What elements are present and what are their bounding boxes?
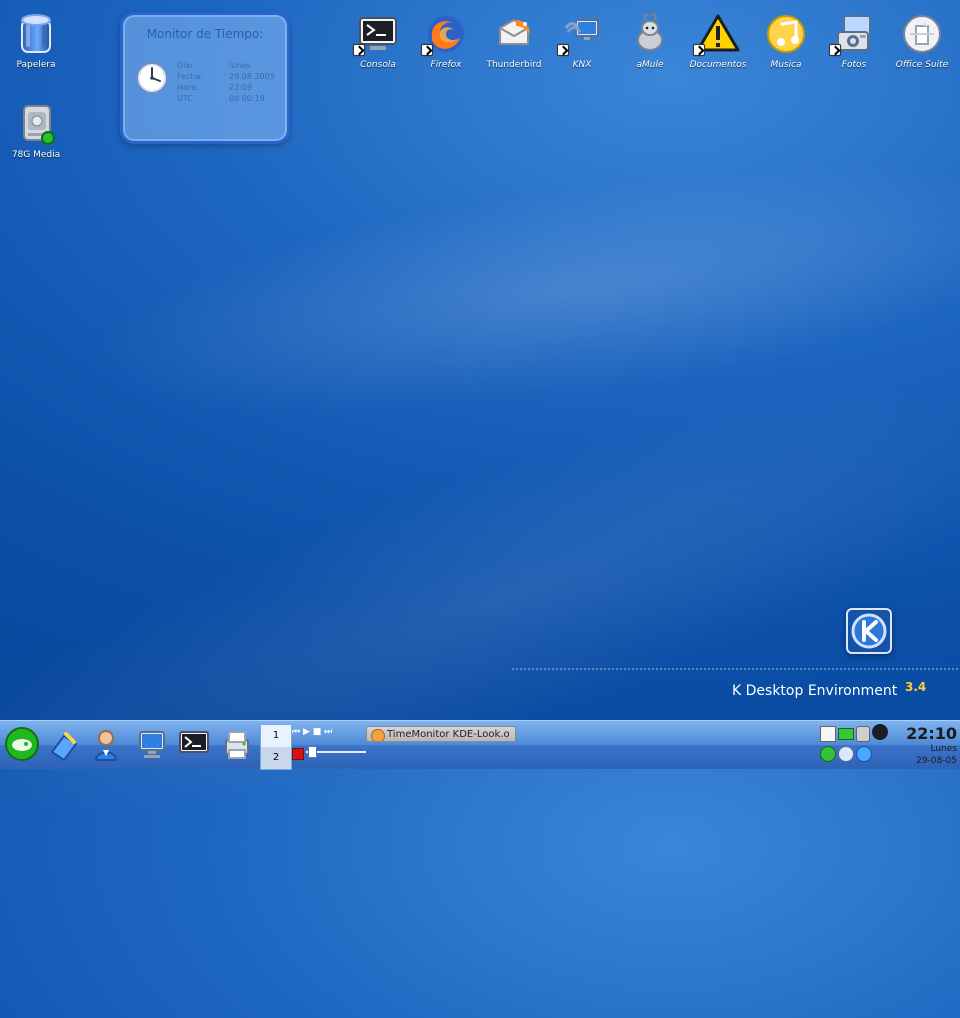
desktop-icon-firefox[interactable]: Firefox bbox=[410, 10, 482, 70]
bomb-icon[interactable] bbox=[872, 724, 888, 740]
desktop-icon-trash[interactable]: Papelera bbox=[0, 10, 72, 70]
kmenu-button[interactable] bbox=[4, 726, 40, 762]
printer-launcher-icon[interactable] bbox=[218, 726, 254, 762]
widget-row-value: 0d 00:19 bbox=[229, 94, 265, 103]
warning-icon bbox=[693, 10, 742, 58]
widget-row-label: UTC bbox=[177, 94, 193, 103]
taskbar-clock-date: 29-08-05 bbox=[916, 756, 957, 766]
desktop-icon-console[interactable]: Consola bbox=[342, 10, 414, 70]
shortcut-arrow-icon bbox=[557, 44, 569, 56]
music-icon bbox=[762, 10, 810, 58]
pager-desktop-2[interactable]: 2 bbox=[261, 747, 291, 769]
drive-icon bbox=[12, 100, 60, 148]
media-stop-icon[interactable]: ■ bbox=[313, 727, 322, 737]
taskbar-clock-day: Lunes bbox=[930, 744, 958, 754]
pager-desktop-1[interactable]: 1 bbox=[261, 725, 291, 747]
terminal-icon bbox=[353, 10, 402, 58]
time-monitor-widget[interactable]: Monitor de Tiempo: Día: lunes Fecha: 29.… bbox=[120, 12, 290, 144]
widget-row-label: Fecha: bbox=[177, 72, 204, 81]
desktop-icon-label: Musica bbox=[770, 60, 802, 70]
desktop-icon-label: aMule bbox=[636, 60, 664, 70]
trash-icon bbox=[12, 10, 60, 58]
desktop-icon-label: Firefox bbox=[430, 60, 462, 70]
power-icon[interactable] bbox=[292, 748, 304, 760]
desktop-icon-media[interactable]: 78G Media bbox=[0, 100, 72, 160]
desktop-icon-music[interactable]: Musica bbox=[750, 10, 822, 70]
branding-version: 3.4 bbox=[905, 680, 927, 694]
desktop-icon-label: Office Suite bbox=[895, 60, 949, 70]
mouse-icon[interactable] bbox=[856, 726, 870, 742]
desktop-icon-documents[interactable]: Documentos bbox=[682, 10, 754, 70]
widget-row-label: Hora: bbox=[177, 83, 199, 92]
desktop-icon-label: KNX bbox=[572, 60, 592, 70]
clock-icon bbox=[135, 61, 169, 95]
sound-icon[interactable] bbox=[838, 746, 854, 762]
thunderbird-icon bbox=[490, 10, 538, 58]
kde-logo-icon[interactable] bbox=[846, 608, 892, 654]
shortcut-arrow-icon bbox=[829, 44, 841, 56]
computer-launcher-icon[interactable] bbox=[134, 726, 170, 762]
desktop-icon-knx[interactable]: KNX bbox=[546, 10, 618, 70]
desktop-pager[interactable]: 1 2 bbox=[260, 724, 292, 770]
firefox-icon bbox=[421, 10, 470, 58]
widget-row-label: Día: bbox=[177, 61, 193, 70]
terminal-launcher-icon[interactable] bbox=[176, 726, 212, 762]
desktop-icon-thunderbird[interactable]: Thunderbird bbox=[478, 10, 550, 70]
amule-icon bbox=[626, 10, 674, 58]
office-icon bbox=[898, 10, 946, 58]
shortcut-arrow-icon bbox=[353, 44, 365, 56]
widget-title: Monitor de Tiempo: bbox=[146, 27, 264, 41]
editor-launcher-icon[interactable] bbox=[46, 726, 82, 762]
task-title: TimeMonitor KDE-Look.o bbox=[387, 729, 510, 740]
branding-text: K Desktop Environment bbox=[732, 683, 898, 699]
task-button[interactable]: TimeMonitor KDE-Look.o bbox=[366, 726, 516, 742]
shortcut-arrow-icon bbox=[693, 44, 705, 56]
widget-row-value: 29.08.2005 bbox=[229, 72, 275, 81]
volume-slider-handle[interactable] bbox=[308, 746, 317, 758]
desktop-icon-label: Fotos bbox=[841, 60, 867, 70]
desktop-icon-label: 78G Media bbox=[11, 150, 61, 160]
desktop-icon-office-suite[interactable]: Office Suite bbox=[886, 10, 958, 70]
media-back-icon[interactable]: ⏮ bbox=[292, 727, 300, 737]
media-play-icon[interactable]: ▶ bbox=[303, 727, 310, 737]
media-controls[interactable]: ⏮ ▶ ■ ⏭ bbox=[292, 727, 332, 737]
media-tray-icon[interactable] bbox=[856, 746, 872, 762]
desktop-icon-photos[interactable]: Fotos bbox=[818, 10, 890, 70]
desktop-icon-label: Documentos bbox=[689, 60, 747, 70]
user-launcher-icon[interactable] bbox=[88, 726, 124, 762]
branding-dotted-line bbox=[512, 668, 960, 670]
shortcut-arrow-icon bbox=[421, 44, 433, 56]
widget-row-value: 22:09 bbox=[229, 83, 253, 92]
updater-icon[interactable] bbox=[820, 746, 836, 762]
remote-desktop-icon bbox=[557, 10, 606, 58]
clipboard-icon[interactable] bbox=[820, 726, 836, 742]
browser-task-icon bbox=[371, 729, 385, 741]
taskbar-clock-time[interactable]: 22:10 bbox=[901, 724, 957, 743]
desktop-icon-label: Thunderbird bbox=[486, 60, 542, 70]
desktop-icon-amule[interactable]: aMule bbox=[614, 10, 686, 70]
network-icon[interactable] bbox=[838, 728, 854, 740]
widget-row-value: lunes bbox=[229, 61, 251, 70]
camera-icon bbox=[829, 10, 878, 58]
desktop-icon-label: Consola bbox=[360, 60, 396, 70]
media-next-icon[interactable]: ⏭ bbox=[324, 727, 332, 737]
desktop-icon-label: Papelera bbox=[16, 60, 56, 70]
